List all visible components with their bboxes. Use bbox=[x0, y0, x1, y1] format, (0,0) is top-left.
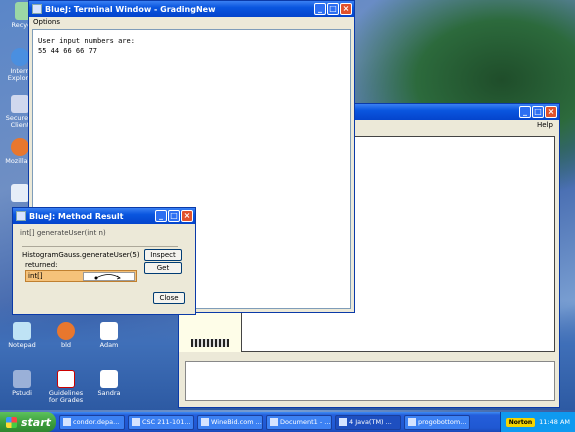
maximize-button[interactable]: □ bbox=[168, 210, 180, 222]
secure-client-icon bbox=[11, 95, 29, 113]
desktop-icon-label: Pstudi bbox=[12, 389, 32, 397]
bluej-icon bbox=[16, 211, 26, 221]
get-button[interactable]: Get bbox=[144, 262, 182, 274]
terminal-line: User input numbers are: bbox=[38, 37, 135, 45]
bluej-icon bbox=[11, 184, 29, 202]
taskbar-item[interactable]: 4 Java(TM) ... bbox=[335, 414, 401, 430]
start-button[interactable]: start bbox=[0, 412, 56, 432]
minimize-button[interactable]: _ bbox=[519, 106, 531, 118]
menu-options[interactable]: Options bbox=[33, 18, 60, 26]
returned-label: returned: bbox=[25, 261, 58, 269]
close-button[interactable]: × bbox=[545, 106, 557, 118]
reference-arrow-icon bbox=[83, 272, 135, 281]
taskbar-item[interactable]: Document1 - ... bbox=[266, 414, 332, 430]
taskbar-item-label: CSC 211-101... bbox=[142, 417, 191, 426]
result-type: int[] bbox=[28, 272, 43, 280]
inspect-button[interactable]: Inspect bbox=[144, 249, 182, 261]
windows-logo-icon bbox=[6, 416, 17, 428]
desktop-icon-label: Sandra bbox=[97, 389, 121, 397]
clock[interactable]: 11:48 AM bbox=[539, 418, 570, 426]
desktop-icon-label: bld bbox=[60, 341, 72, 349]
taskbar-item[interactable]: condor.depa... bbox=[59, 414, 125, 430]
norton-icon[interactable]: Norton bbox=[505, 417, 536, 427]
terminal-line: 55 44 66 66 77 bbox=[38, 47, 98, 55]
desktop-icon-label: Guidelines for Grades bbox=[48, 389, 84, 404]
close-button[interactable]: × bbox=[181, 210, 193, 222]
desktop-icon-pstudi[interactable]: Pstudi bbox=[0, 370, 44, 397]
desktop-icon-notepad[interactable]: Notepad bbox=[0, 322, 44, 349]
dialog-close-button[interactable]: Close bbox=[153, 292, 185, 304]
terminal-menubar: Options bbox=[29, 17, 354, 28]
system-tray: Norton 11:48 AM bbox=[499, 412, 575, 432]
terminal-title: BlueJ: Terminal Window - GradingNew bbox=[45, 4, 216, 14]
desktop-icon-guidelines[interactable]: Guidelines for Grades bbox=[44, 370, 88, 404]
progress-stripe bbox=[191, 339, 229, 347]
document-icon bbox=[100, 370, 118, 388]
close-button[interactable]: × bbox=[340, 3, 352, 15]
browser-icon bbox=[63, 418, 71, 426]
taskbar-item[interactable]: WineBid.com ... bbox=[197, 414, 263, 430]
taskbar-item[interactable]: progobottom... bbox=[404, 414, 470, 430]
notepad-icon bbox=[13, 322, 31, 340]
object-bench[interactable] bbox=[185, 361, 555, 401]
java-icon bbox=[339, 418, 347, 426]
maximize-button[interactable]: □ bbox=[532, 106, 544, 118]
desktop-icon-bld[interactable]: bld bbox=[44, 322, 88, 349]
browser-icon bbox=[201, 418, 209, 426]
bluej-icon bbox=[32, 4, 42, 14]
method-signature: int[] generateUser(int n) bbox=[20, 229, 106, 237]
app-icon bbox=[408, 418, 416, 426]
dialog-title: BlueJ: Method Result bbox=[29, 211, 124, 221]
taskbar-item-label: 4 Java(TM) ... bbox=[349, 417, 392, 426]
taskbar-item-label: progobottom... bbox=[418, 417, 467, 426]
desktop-icon-adam[interactable]: Adam bbox=[87, 322, 131, 349]
desktop-icon-label: Adam bbox=[99, 341, 119, 349]
divider bbox=[22, 246, 178, 247]
internet-explorer-icon bbox=[11, 48, 29, 66]
browser-icon bbox=[132, 418, 140, 426]
method-result-dialog[interactable]: BlueJ: Method Result _ □ × int[] generat… bbox=[12, 207, 196, 315]
taskbar-item-label: WineBid.com ... bbox=[211, 417, 262, 426]
taskbar-item-label: condor.depa... bbox=[73, 417, 120, 426]
terminal-titlebar[interactable]: BlueJ: Terminal Window - GradingNew _ □ … bbox=[29, 1, 354, 17]
firefox-icon bbox=[57, 322, 75, 340]
taskbar-item[interactable]: CSC 211-101... bbox=[128, 414, 194, 430]
pdf-icon bbox=[57, 370, 75, 388]
document-icon bbox=[100, 322, 118, 340]
pstudi-icon bbox=[13, 370, 31, 388]
minimize-button[interactable]: _ bbox=[314, 3, 326, 15]
menu-help[interactable]: Help bbox=[537, 121, 553, 129]
dialog-body: int[] generateUser(int n) HistogramGauss… bbox=[13, 224, 195, 314]
desktop-icon-label: Notepad bbox=[8, 341, 36, 349]
result-row[interactable]: int[] bbox=[25, 270, 137, 282]
firefox-icon bbox=[11, 138, 29, 156]
minimize-button[interactable]: _ bbox=[155, 210, 167, 222]
method-call: HistogramGauss.generateUser(5) bbox=[22, 251, 140, 259]
maximize-button[interactable]: □ bbox=[327, 3, 339, 15]
desktop-icon-sandra[interactable]: Sandra bbox=[87, 370, 131, 397]
dialog-titlebar[interactable]: BlueJ: Method Result _ □ × bbox=[13, 208, 195, 224]
start-label: start bbox=[21, 415, 51, 429]
taskbar-item-label: Document1 - ... bbox=[280, 417, 331, 426]
word-icon bbox=[270, 418, 278, 426]
taskbar: start condor.depa... CSC 211-101... Wine… bbox=[0, 412, 575, 432]
